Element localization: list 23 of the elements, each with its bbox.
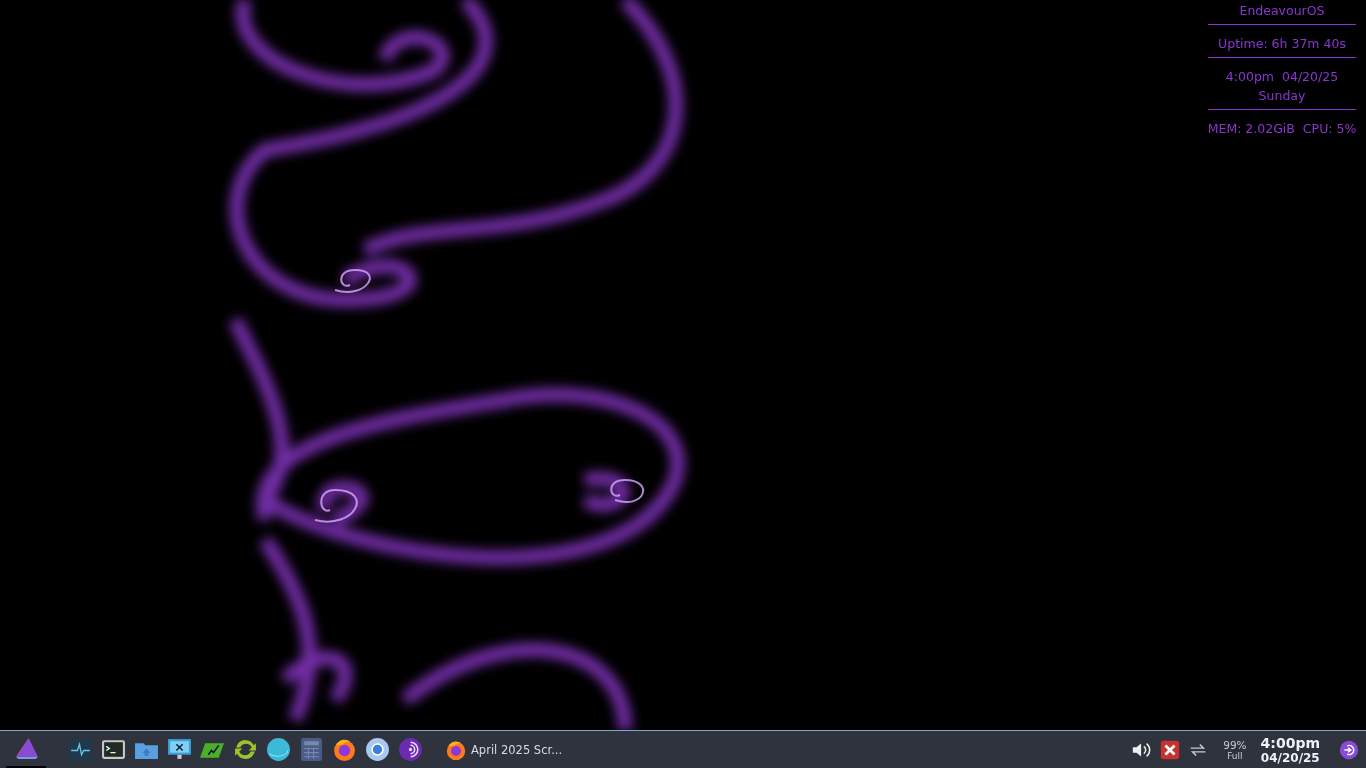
globe-icon: [266, 737, 291, 762]
onion-icon: [398, 737, 423, 762]
error-icon[interactable]: [1159, 738, 1182, 761]
conky-text: 4:00pm 04/20/25: [1225, 68, 1339, 86]
terminal-icon: [101, 737, 126, 762]
conky-text: Sunday: [1258, 87, 1306, 105]
triangle-logo-icon: [13, 736, 39, 761]
clock-time: 4:00pm: [1260, 734, 1320, 751]
battery-percent: 99%: [1223, 738, 1247, 751]
logout-icon[interactable]: [1338, 738, 1360, 761]
conky-text: MEM: 2.02GiB CPU: 5%: [1207, 120, 1357, 138]
activity-monitor-icon: [68, 737, 93, 762]
battery-status: Full: [1227, 750, 1243, 761]
browser-icon: [365, 737, 390, 762]
refresh-icon: [233, 737, 258, 762]
firefox-icon: [332, 737, 357, 762]
calculator-icon: [299, 737, 324, 762]
conky-text: EndeavourOS: [1239, 2, 1325, 20]
conky-text: Uptime: 6h 37m 40s: [1218, 35, 1346, 53]
clock-date: 04/20/25: [1260, 750, 1320, 765]
firefox-icon: [445, 738, 467, 761]
monitor-icon: [167, 737, 192, 762]
task-button[interactable]: April 2025 Scr...: [439, 732, 599, 767]
